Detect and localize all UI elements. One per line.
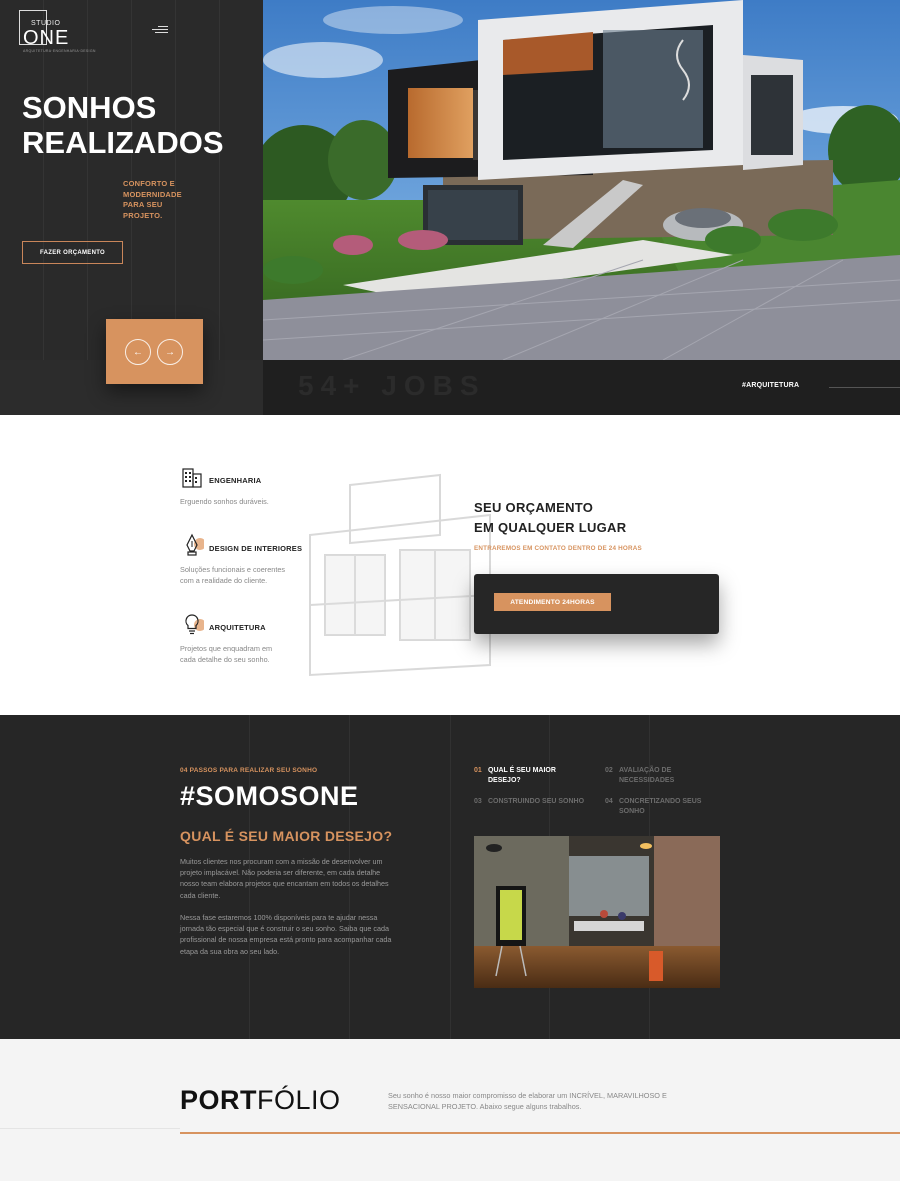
step-paragraph-2: Nessa fase estaremos 100% disponíveis pa… [180,913,392,956]
hamburger-menu-icon[interactable] [152,26,168,34]
title-bold: ONE [298,781,359,811]
building-icon [182,468,202,488]
slider-controls: ← → [106,319,203,384]
pen-nib-icon [186,533,204,556]
portfolio-title: PORTFÓLIO [180,1085,341,1116]
quote-box: ATENDIMENTO 24HORAS [474,574,719,634]
grid-line [43,0,44,360]
service-description: Soluções funcionais e coerentes com a re… [180,565,286,585]
portfolio-title-bold: PORT [180,1085,258,1115]
request-quote-button[interactable]: FAZER ORÇAMENTO [22,241,123,264]
hero-section: STUDIO ONE ARQUITETURA·ENGENHARIA·DESIGN… [0,0,900,415]
title-prefix: #SOMOS [180,781,299,811]
category-tag[interactable]: #ARQUITETURA [742,382,799,389]
arrow-right-icon: → [165,346,175,358]
logo[interactable]: STUDIO ONE ARQUITETURA·ENGENHARIA·DESIGN [19,10,95,53]
step-paragraph-1: Muitos clientes nos procuram com a missã… [180,857,389,900]
accent-divider [180,1132,900,1134]
steps-kicker: 04 PASSOS PARA REALIZAR SEU SONHO [180,767,318,774]
portfolio-title-rest: FÓLIO [257,1085,341,1115]
grid-line [219,0,220,360]
service-description: Erguendo sonhos duráveis. [180,497,269,506]
step-label: QUAL É SEU MAIOR DESEJO? [488,767,556,784]
portfolio-description: Seu sonho é nosso maior compromisso de e… [388,1091,667,1111]
step-number: 03 [474,798,482,805]
logo-name-text: ONE [23,27,70,49]
somos-one-title: #SOMOSONE [180,781,359,812]
office-image [474,836,720,988]
portfolio-section: PORTFÓLIO Seu sonho é nosso maior compro… [0,1039,900,1181]
hero-panel: STUDIO ONE ARQUITETURA·ENGENHARIA·DESIGN… [0,0,263,360]
step-number: 04 [605,798,613,805]
category-tag-line [829,387,900,388]
step-number: 02 [605,767,613,774]
lightbulb-icon [185,614,204,635]
hero-subtitle: CONFORTO E MODERNIDADE PARA SEU PROJETO. [123,179,182,220]
step-label: AVALIAÇÃO DE NECESSIDADES [619,767,675,784]
grid-line [450,715,451,1039]
grid-line [87,0,88,360]
service-title: DESIGN DE INTERIORES [209,544,303,553]
next-slide-button[interactable]: → [157,339,183,365]
step-label: CONSTRUINDO SEU SONHO [488,798,585,805]
step-question: QUAL É SEU MAIOR DESEJO? [180,828,393,844]
divider [0,1128,180,1129]
arrow-left-icon: ← [133,346,143,358]
prev-slide-button[interactable]: ← [125,339,151,365]
services-section: ENGENHARIA Erguendo sonhos duráveis. DES… [0,415,900,715]
house-illustration [263,0,900,360]
support-24h-button[interactable]: ATENDIMENTO 24HORAS [494,593,611,611]
quote-title: SEU ORÇAMENTO EM QUALQUER LUGAR [474,500,627,535]
service-title: ARQUITETURA [209,623,266,632]
logo-studio-text: STUDIO [31,20,61,27]
office-illustration [474,836,720,988]
steps-section: 04 PASSOS PARA REALIZAR SEU SONHO #SOMOS… [0,715,900,1039]
service-description: Projetos que enquadram em cada detalhe d… [180,644,273,664]
hero-title: SONHOS REALIZADOS [22,90,224,160]
step-label: CONCRETIZANDO SEUS SONHO [619,798,702,815]
service-title: ENGENHARIA [209,476,262,485]
jobs-counter: 54+ JOBS [298,370,486,401]
step-number: 01 [474,767,482,774]
quote-subtitle: ENTRAREMOS EM CONTATO DENTRO DE 24 HORAS [474,545,642,552]
logo-tagline: ARQUITETURA·ENGENHARIA·DESIGN [23,49,96,53]
hero-house-image [263,0,900,360]
